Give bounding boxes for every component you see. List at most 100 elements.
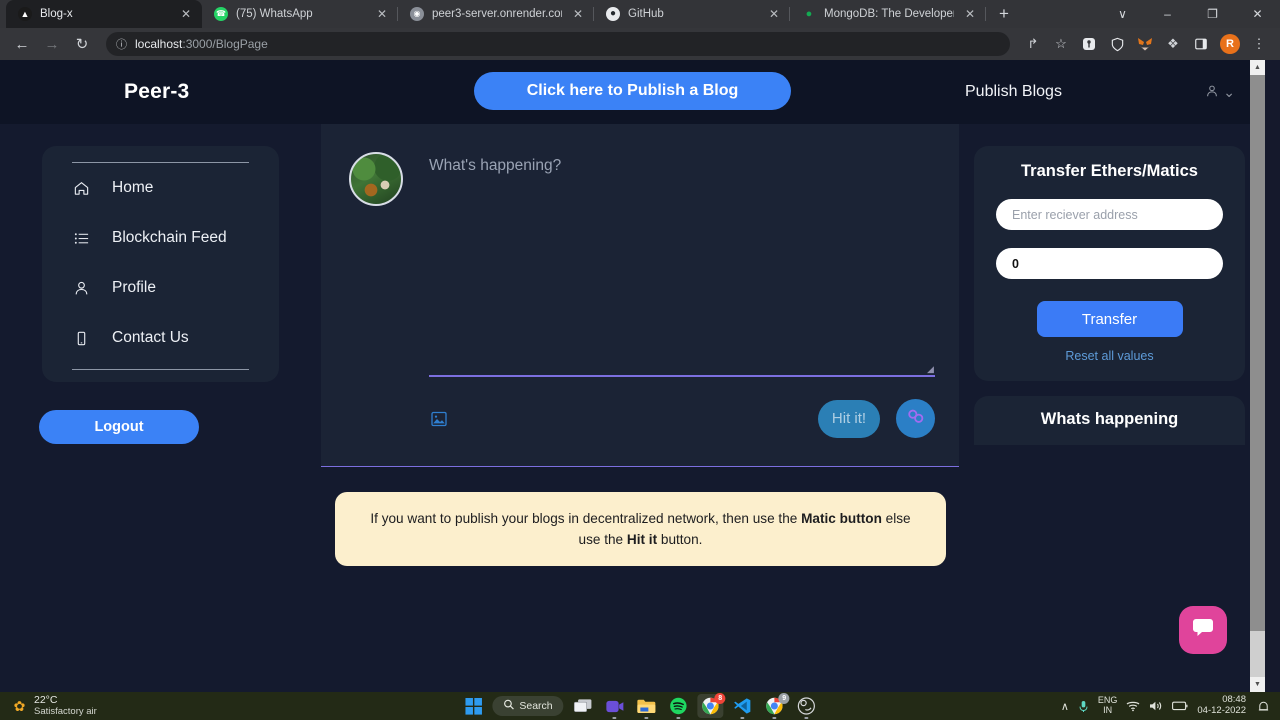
chrome-menu-icon[interactable]: ⋮ — [1246, 31, 1272, 57]
publish-blog-cta-button[interactable]: Click here to Publish a Blog — [474, 72, 791, 110]
info-circle-icon[interactable]: ⓘ — [116, 36, 127, 52]
share-icon[interactable]: ↱ — [1020, 31, 1046, 57]
chrome-icon[interactable]: 8 — [697, 693, 726, 718]
left-sidebar: Home Blockchain Feed Profile Contact Us … — [0, 124, 321, 692]
scrollbar-thumb[interactable] — [1250, 75, 1265, 631]
composer-submit-group: Hit it! — [818, 399, 935, 438]
window-controls: ∨ – ❐ ✕ — [1100, 0, 1280, 28]
browser-tab-1[interactable]: ☎ (75) WhatsApp ✕ — [202, 0, 398, 28]
notification-bell-icon[interactable] — [1257, 700, 1276, 713]
browser-tab-2[interactable]: ◉ peer3-server.onrender.com ✕ — [398, 0, 594, 28]
weather-desc: Satisfactory air — [34, 705, 97, 717]
tab-separator — [985, 7, 986, 21]
tab-close-button[interactable]: ✕ — [766, 6, 782, 22]
logout-button[interactable]: Logout — [39, 410, 199, 444]
sidebar-item-contact-us[interactable]: Contact Us — [42, 313, 279, 363]
tab-title: MongoDB: The Developer Data P — [824, 8, 954, 20]
blogx-icon: ▲ — [18, 7, 32, 21]
reset-all-values-link[interactable]: Reset all values — [996, 349, 1223, 363]
composer-top: What's happening? ◢ — [349, 152, 935, 377]
hit-it-button[interactable]: Hit it! — [818, 399, 880, 438]
tab-close-button[interactable]: ✕ — [570, 6, 586, 22]
taskbar-clock[interactable]: 08:48 04-12-2022 — [1197, 694, 1248, 717]
post-composer-card: What's happening? ◢ Hit it! — [321, 124, 959, 467]
language-indicator[interactable]: ENG IN — [1098, 695, 1118, 716]
sidebar-item-profile[interactable]: Profile — [42, 263, 279, 313]
maximize-button[interactable]: ❐ — [1190, 0, 1235, 28]
obs-icon[interactable] — [794, 694, 820, 718]
vscode-icon[interactable] — [730, 694, 756, 718]
url-text: localhost:3000/BlogPage — [135, 37, 268, 51]
browser-tab-4[interactable]: ● MongoDB: The Developer Data P ✕ — [790, 0, 986, 28]
password-manager-icon[interactable] — [1076, 31, 1102, 57]
close-window-button[interactable]: ✕ — [1235, 0, 1280, 28]
sidebar-item-label: Profile — [112, 279, 156, 296]
toolbar-icons: ↱ ☆ ❖ R ⋮ — [1020, 31, 1272, 57]
tab-title: (75) WhatsApp — [236, 8, 313, 20]
address-bar[interactable]: ⓘ localhost:3000/BlogPage — [106, 32, 1010, 56]
new-tab-button[interactable]: + — [990, 0, 1018, 28]
polygon-matic-icon — [906, 407, 926, 430]
chrome-badge: 8 — [714, 693, 726, 704]
sidepanel-icon[interactable] — [1188, 31, 1214, 57]
start-icon[interactable] — [460, 694, 486, 718]
composer-textarea[interactable]: What's happening? ◢ — [429, 152, 935, 377]
taskbar-apps: Search 8 9 — [460, 693, 820, 718]
scroll-up-button[interactable]: ▲ — [1250, 60, 1265, 75]
profile-avatar[interactable]: R — [1220, 34, 1240, 54]
weather-temp: 22°C — [34, 693, 58, 706]
list-all-tabs-button[interactable]: ∨ — [1100, 0, 1145, 28]
transfer-button[interactable]: Transfer — [1036, 301, 1183, 337]
weather-text: 22°C Satisfactory air — [34, 693, 97, 717]
battery-icon[interactable] — [1172, 701, 1188, 711]
browser-toolbar: ← → ↻ ⓘ localhost:3000/BlogPage ↱ ☆ ❖ R … — [0, 28, 1280, 60]
shield-icon[interactable] — [1104, 31, 1130, 57]
taskview-icon[interactable] — [570, 694, 596, 718]
microphone-icon[interactable] — [1078, 700, 1089, 713]
tab-close-button[interactable]: ✕ — [374, 6, 390, 22]
system-tray: ∧ ENG IN 08:48 04-12-2022 — [1061, 694, 1276, 717]
taskbar-search-button[interactable]: Search — [492, 696, 564, 716]
browser-tab-0[interactable]: ▲ Blog-x ✕ — [6, 0, 202, 28]
wifi-icon[interactable] — [1126, 700, 1140, 712]
browser-tab-3[interactable]: ● GitHub ✕ — [594, 0, 790, 28]
chrome-icon-2[interactable]: 9 — [762, 693, 790, 718]
user-menu[interactable]: ⌄ — [1205, 84, 1235, 101]
tray-expand-chevron-icon[interactable]: ∧ — [1061, 700, 1069, 713]
spotify-icon[interactable] — [666, 694, 692, 718]
textarea-resize-handle[interactable]: ◢ — [927, 365, 935, 374]
sidebar-item-home[interactable]: Home — [42, 163, 279, 213]
chat-widget-button[interactable] — [1179, 606, 1227, 654]
teams-icon[interactable] — [602, 694, 628, 718]
nav-divider-bottom — [72, 369, 249, 370]
site-brand[interactable]: Peer-3 — [124, 80, 189, 104]
back-button[interactable]: ← — [8, 30, 36, 58]
page-scrollbar[interactable]: ▲ ▼ — [1250, 60, 1265, 692]
tab-close-button[interactable]: ✕ — [962, 6, 978, 22]
web-page: Peer-3 Click here to Publish a Blog Publ… — [0, 60, 1265, 692]
receiver-address-input[interactable]: Enter reciever address — [996, 199, 1223, 230]
minimize-button[interactable]: – — [1145, 0, 1190, 28]
forward-button[interactable]: → — [38, 30, 66, 58]
tab-title: Blog-x — [40, 8, 73, 20]
metamask-icon[interactable] — [1132, 31, 1158, 57]
sidebar-item-blockchain-feed[interactable]: Blockchain Feed — [42, 213, 279, 263]
windows-taskbar: ✿ 22°C Satisfactory air Search 8 9 ∧ ENG… — [0, 692, 1280, 720]
sidebar-item-label: Home — [112, 179, 154, 196]
file-explorer-icon[interactable] — [634, 694, 660, 718]
tab-title: GitHub — [628, 8, 664, 20]
page-content: Home Blockchain Feed Profile Contact Us … — [0, 124, 1265, 692]
tab-close-button[interactable]: ✕ — [178, 6, 194, 22]
bookmark-star-icon[interactable]: ☆ — [1048, 31, 1074, 57]
speaker-icon[interactable] — [1149, 700, 1163, 712]
reload-button[interactable]: ↻ — [68, 30, 96, 58]
info-notice-banner: If you want to publish your blogs in dec… — [335, 492, 946, 567]
chevron-down-icon: ⌄ — [1223, 83, 1235, 100]
extensions-puzzle-icon[interactable]: ❖ — [1160, 31, 1186, 57]
image-upload-icon[interactable] — [431, 411, 447, 427]
amount-input[interactable]: 0 — [996, 248, 1223, 279]
taskbar-weather-widget[interactable]: ✿ 22°C Satisfactory air — [0, 693, 97, 717]
publish-blogs-link[interactable]: Publish Blogs — [965, 83, 1062, 101]
scroll-down-button[interactable]: ▼ — [1250, 677, 1265, 692]
polygon-matic-button[interactable] — [896, 399, 935, 438]
